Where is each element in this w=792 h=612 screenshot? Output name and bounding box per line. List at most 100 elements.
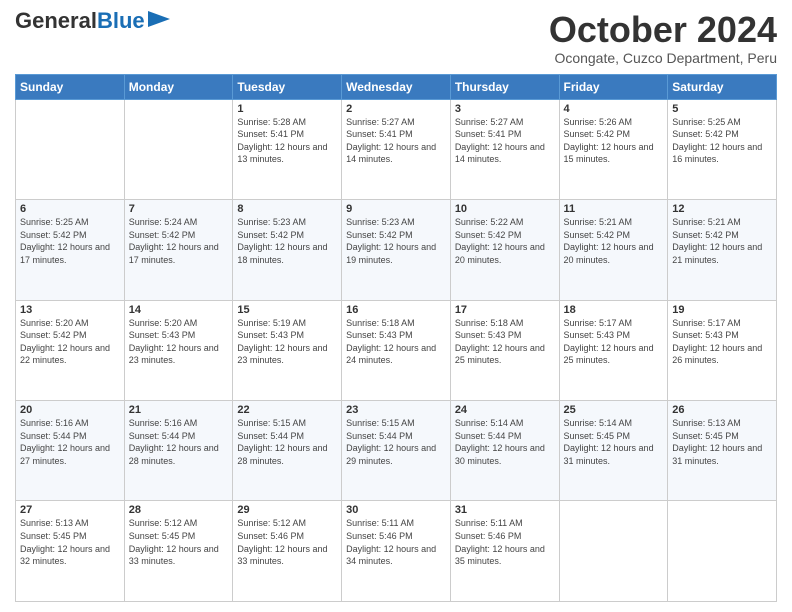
- day-number: 23: [346, 404, 446, 416]
- logo-blue-text: Blue: [97, 8, 145, 33]
- day-header-friday: Friday: [559, 74, 668, 99]
- day-info: Sunrise: 5:21 AMSunset: 5:42 PMDaylight:…: [672, 216, 772, 266]
- day-info: Sunrise: 5:12 AMSunset: 5:46 PMDaylight:…: [237, 517, 337, 567]
- day-info: Sunrise: 5:16 AMSunset: 5:44 PMDaylight:…: [20, 417, 120, 467]
- calendar-cell: 25Sunrise: 5:14 AMSunset: 5:45 PMDayligh…: [559, 401, 668, 501]
- day-info: Sunrise: 5:20 AMSunset: 5:43 PMDaylight:…: [129, 317, 229, 367]
- calendar-cell: 13Sunrise: 5:20 AMSunset: 5:42 PMDayligh…: [16, 300, 125, 400]
- calendar-cell: 10Sunrise: 5:22 AMSunset: 5:42 PMDayligh…: [450, 200, 559, 300]
- calendar-header-row: SundayMondayTuesdayWednesdayThursdayFrid…: [16, 74, 777, 99]
- calendar-cell: 28Sunrise: 5:12 AMSunset: 5:45 PMDayligh…: [124, 501, 233, 602]
- calendar-cell: 29Sunrise: 5:12 AMSunset: 5:46 PMDayligh…: [233, 501, 342, 602]
- day-info: Sunrise: 5:16 AMSunset: 5:44 PMDaylight:…: [129, 417, 229, 467]
- day-number: 21: [129, 404, 229, 416]
- day-number: 14: [129, 304, 229, 316]
- calendar-cell: 20Sunrise: 5:16 AMSunset: 5:44 PMDayligh…: [16, 401, 125, 501]
- day-info: Sunrise: 5:20 AMSunset: 5:42 PMDaylight:…: [20, 317, 120, 367]
- calendar-cell: [668, 501, 777, 602]
- calendar-cell: 19Sunrise: 5:17 AMSunset: 5:43 PMDayligh…: [668, 300, 777, 400]
- day-header-tuesday: Tuesday: [233, 74, 342, 99]
- calendar-cell: [559, 501, 668, 602]
- calendar-cell: 21Sunrise: 5:16 AMSunset: 5:44 PMDayligh…: [124, 401, 233, 501]
- day-number: 16: [346, 304, 446, 316]
- day-number: 18: [564, 304, 664, 316]
- calendar-cell: 1Sunrise: 5:28 AMSunset: 5:41 PMDaylight…: [233, 99, 342, 199]
- day-info: Sunrise: 5:11 AMSunset: 5:46 PMDaylight:…: [346, 517, 446, 567]
- calendar-cell: 23Sunrise: 5:15 AMSunset: 5:44 PMDayligh…: [342, 401, 451, 501]
- day-number: 24: [455, 404, 555, 416]
- day-number: 28: [129, 504, 229, 516]
- day-info: Sunrise: 5:14 AMSunset: 5:45 PMDaylight:…: [564, 417, 664, 467]
- day-number: 6: [20, 203, 120, 215]
- day-info: Sunrise: 5:14 AMSunset: 5:44 PMDaylight:…: [455, 417, 555, 467]
- day-number: 9: [346, 203, 446, 215]
- day-number: 29: [237, 504, 337, 516]
- day-info: Sunrise: 5:24 AMSunset: 5:42 PMDaylight:…: [129, 216, 229, 266]
- day-header-sunday: Sunday: [16, 74, 125, 99]
- day-info: Sunrise: 5:28 AMSunset: 5:41 PMDaylight:…: [237, 116, 337, 166]
- calendar-cell: [16, 99, 125, 199]
- day-info: Sunrise: 5:21 AMSunset: 5:42 PMDaylight:…: [564, 216, 664, 266]
- calendar-cell: 7Sunrise: 5:24 AMSunset: 5:42 PMDaylight…: [124, 200, 233, 300]
- calendar-cell: 31Sunrise: 5:11 AMSunset: 5:46 PMDayligh…: [450, 501, 559, 602]
- day-info: Sunrise: 5:11 AMSunset: 5:46 PMDaylight:…: [455, 517, 555, 567]
- day-info: Sunrise: 5:15 AMSunset: 5:44 PMDaylight:…: [237, 417, 337, 467]
- calendar-cell: 2Sunrise: 5:27 AMSunset: 5:41 PMDaylight…: [342, 99, 451, 199]
- logo-general-text: General: [15, 8, 97, 33]
- day-number: 8: [237, 203, 337, 215]
- logo: GeneralBlue: [15, 10, 170, 32]
- day-number: 10: [455, 203, 555, 215]
- calendar-cell: 11Sunrise: 5:21 AMSunset: 5:42 PMDayligh…: [559, 200, 668, 300]
- day-header-saturday: Saturday: [668, 74, 777, 99]
- day-number: 1: [237, 103, 337, 115]
- title-section: October 2024 Ocongate, Cuzco Department,…: [549, 10, 777, 66]
- day-info: Sunrise: 5:17 AMSunset: 5:43 PMDaylight:…: [564, 317, 664, 367]
- calendar-cell: [124, 99, 233, 199]
- day-info: Sunrise: 5:18 AMSunset: 5:43 PMDaylight:…: [455, 317, 555, 367]
- day-info: Sunrise: 5:25 AMSunset: 5:42 PMDaylight:…: [672, 116, 772, 166]
- day-info: Sunrise: 5:26 AMSunset: 5:42 PMDaylight:…: [564, 116, 664, 166]
- calendar-table: SundayMondayTuesdayWednesdayThursdayFrid…: [15, 74, 777, 602]
- day-header-monday: Monday: [124, 74, 233, 99]
- header: GeneralBlue October 2024 Ocongate, Cuzco…: [15, 10, 777, 66]
- day-number: 13: [20, 304, 120, 316]
- day-number: 30: [346, 504, 446, 516]
- day-info: Sunrise: 5:12 AMSunset: 5:45 PMDaylight:…: [129, 517, 229, 567]
- calendar-week-row: 20Sunrise: 5:16 AMSunset: 5:44 PMDayligh…: [16, 401, 777, 501]
- calendar-cell: 16Sunrise: 5:18 AMSunset: 5:43 PMDayligh…: [342, 300, 451, 400]
- calendar-cell: 12Sunrise: 5:21 AMSunset: 5:42 PMDayligh…: [668, 200, 777, 300]
- day-info: Sunrise: 5:15 AMSunset: 5:44 PMDaylight:…: [346, 417, 446, 467]
- day-number: 12: [672, 203, 772, 215]
- day-number: 26: [672, 404, 772, 416]
- calendar-cell: 15Sunrise: 5:19 AMSunset: 5:43 PMDayligh…: [233, 300, 342, 400]
- page: GeneralBlue October 2024 Ocongate, Cuzco…: [0, 0, 792, 612]
- day-number: 25: [564, 404, 664, 416]
- day-info: Sunrise: 5:23 AMSunset: 5:42 PMDaylight:…: [346, 216, 446, 266]
- day-number: 31: [455, 504, 555, 516]
- calendar-cell: 4Sunrise: 5:26 AMSunset: 5:42 PMDaylight…: [559, 99, 668, 199]
- calendar-cell: 30Sunrise: 5:11 AMSunset: 5:46 PMDayligh…: [342, 501, 451, 602]
- calendar-cell: 8Sunrise: 5:23 AMSunset: 5:42 PMDaylight…: [233, 200, 342, 300]
- month-title: October 2024: [549, 10, 777, 50]
- calendar-cell: 6Sunrise: 5:25 AMSunset: 5:42 PMDaylight…: [16, 200, 125, 300]
- day-number: 3: [455, 103, 555, 115]
- day-number: 5: [672, 103, 772, 115]
- day-number: 20: [20, 404, 120, 416]
- day-info: Sunrise: 5:19 AMSunset: 5:43 PMDaylight:…: [237, 317, 337, 367]
- day-info: Sunrise: 5:13 AMSunset: 5:45 PMDaylight:…: [20, 517, 120, 567]
- day-info: Sunrise: 5:25 AMSunset: 5:42 PMDaylight:…: [20, 216, 120, 266]
- day-number: 7: [129, 203, 229, 215]
- day-number: 4: [564, 103, 664, 115]
- calendar-week-row: 6Sunrise: 5:25 AMSunset: 5:42 PMDaylight…: [16, 200, 777, 300]
- subtitle: Ocongate, Cuzco Department, Peru: [549, 50, 777, 66]
- day-info: Sunrise: 5:27 AMSunset: 5:41 PMDaylight:…: [346, 116, 446, 166]
- calendar-week-row: 27Sunrise: 5:13 AMSunset: 5:45 PMDayligh…: [16, 501, 777, 602]
- day-number: 17: [455, 304, 555, 316]
- calendar-cell: 27Sunrise: 5:13 AMSunset: 5:45 PMDayligh…: [16, 501, 125, 602]
- day-number: 22: [237, 404, 337, 416]
- day-info: Sunrise: 5:23 AMSunset: 5:42 PMDaylight:…: [237, 216, 337, 266]
- day-info: Sunrise: 5:17 AMSunset: 5:43 PMDaylight:…: [672, 317, 772, 367]
- day-number: 27: [20, 504, 120, 516]
- calendar-week-row: 1Sunrise: 5:28 AMSunset: 5:41 PMDaylight…: [16, 99, 777, 199]
- calendar-cell: 3Sunrise: 5:27 AMSunset: 5:41 PMDaylight…: [450, 99, 559, 199]
